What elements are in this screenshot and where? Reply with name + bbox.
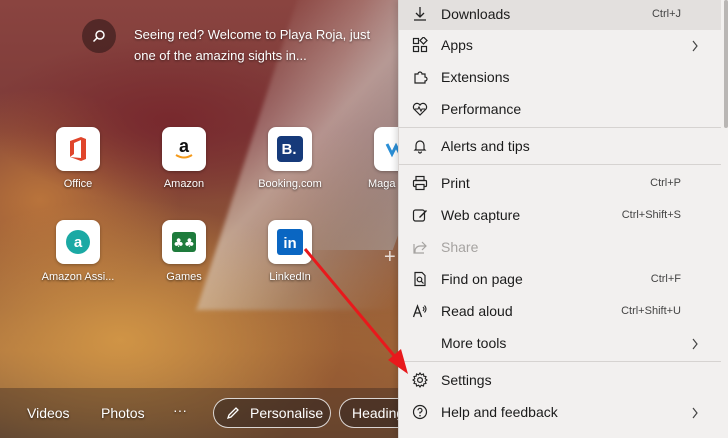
annotation-arrow [303, 248, 408, 374]
